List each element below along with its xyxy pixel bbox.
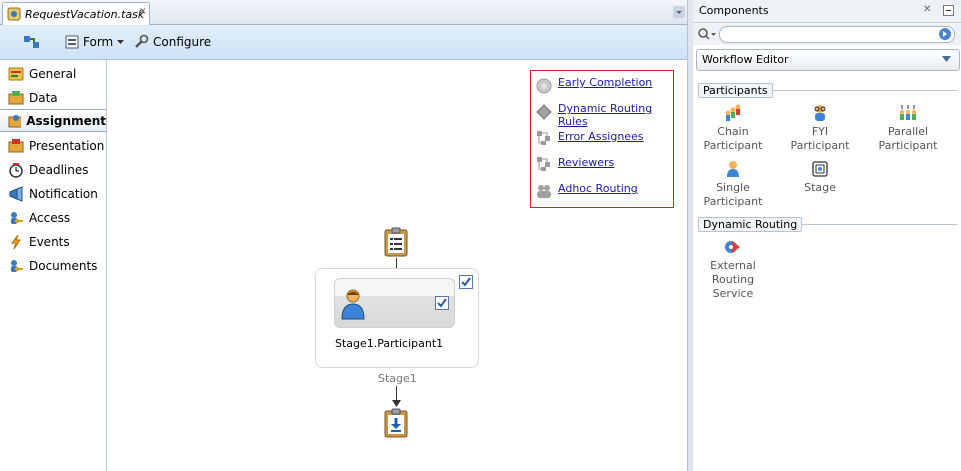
minimize-icon[interactable] — [943, 5, 954, 16]
nav-item-label: General — [29, 66, 77, 81]
editor-toolbar: Form Configure — [0, 25, 687, 60]
presentation-icon — [8, 138, 24, 152]
go-arrow-icon[interactable] — [938, 27, 952, 41]
checkmark-icon — [461, 277, 471, 287]
component-label: Single Participant — [703, 181, 763, 208]
component-label: Chain Participant — [703, 125, 763, 152]
form-button[interactable]: Form — [65, 33, 125, 51]
megaphone-icon — [9, 185, 23, 202]
stage-item[interactable]: Stage — [778, 160, 862, 195]
participant-card[interactable] — [334, 278, 455, 328]
stage-icon — [812, 161, 828, 177]
nav-item-notification[interactable]: Notification — [0, 182, 105, 205]
adhoc-routing-link[interactable]: Adhoc Routing — [558, 182, 638, 195]
parallel-participant-item[interactable]: Parallel Participant — [866, 104, 950, 153]
diamond-icon — [536, 104, 552, 120]
file-tab[interactable]: RequestVacation.task ✕ — [2, 2, 150, 25]
early-completion-icon — [536, 78, 552, 94]
single-participant-item[interactable]: Single Participant — [691, 160, 775, 209]
search-icon[interactable] — [697, 27, 717, 41]
component-label: FYI Participant — [790, 125, 850, 152]
nav-item-label: Presentation — [29, 138, 105, 153]
nav-item-presentation[interactable]: Presentation — [0, 134, 105, 157]
nav-item-assignment[interactable]: Assignment — [0, 109, 106, 132]
close-icon[interactable]: ✕ — [139, 7, 147, 17]
editor-tab-strip: RequestVacation.task ✕ — [0, 0, 687, 25]
nav-item-label: Notification — [29, 186, 98, 201]
nav-item-general[interactable]: General — [0, 62, 105, 85]
toggle-view-icon — [24, 36, 39, 48]
component-label: Stage — [804, 181, 836, 194]
hierarchy-icon — [537, 157, 550, 171]
assignment-icon — [8, 114, 22, 127]
components-header: Components ✕ — [693, 0, 961, 23]
task-sections-nav: General Data Assignment Presentation Dea… — [0, 60, 107, 471]
configure-button-label: Configure — [153, 35, 212, 49]
nav-item-label: Events — [29, 234, 70, 249]
components-title: Components — [699, 4, 769, 17]
wrench-icon — [135, 34, 149, 48]
checkmark-icon — [437, 298, 447, 308]
toggle-view-button[interactable] — [22, 33, 42, 51]
key-user-icon — [11, 211, 23, 224]
participant-checkbox[interactable] — [435, 296, 449, 310]
fyi-participant-item[interactable]: FYI Participant — [778, 104, 862, 153]
nav-item-events[interactable]: Events — [0, 230, 105, 253]
configure-button[interactable]: Configure — [133, 33, 211, 51]
reviewers-link[interactable]: Reviewers — [558, 156, 614, 169]
search-input[interactable] — [719, 26, 955, 43]
data-icon — [8, 90, 24, 104]
single-participant-icon — [727, 161, 739, 177]
nav-item-deadlines[interactable]: Deadlines — [0, 158, 105, 181]
component-label: External Routing Service — [710, 259, 756, 300]
general-icon — [8, 67, 24, 80]
form-icon — [65, 35, 79, 49]
editor-dropdown-button[interactable] — [673, 6, 685, 18]
user-icon — [341, 289, 365, 320]
close-icon[interactable]: ✕ — [923, 4, 931, 15]
nav-item-access[interactable]: Access — [0, 206, 105, 229]
lightning-icon — [11, 234, 21, 249]
editor-select-value: Workflow Editor — [702, 53, 789, 66]
task-file-icon — [7, 7, 21, 24]
chain-participant-icon — [725, 104, 741, 121]
caret-down-icon — [117, 40, 125, 44]
participant-label: Stage1.Participant1 — [335, 337, 444, 350]
parallel-participant-icon — [900, 105, 916, 120]
participants-section-title: Participants — [698, 83, 773, 98]
nav-item-label: Deadlines — [29, 162, 89, 177]
stage-label: Stage1 — [378, 372, 417, 385]
dynamic-routing-rules-link[interactable]: Dynamic Routing Rules — [558, 102, 673, 128]
key-user-icon — [11, 259, 23, 272]
hierarchy-icon — [537, 131, 550, 145]
form-button-label: Form — [83, 35, 114, 49]
nav-item-documents[interactable]: Documents — [0, 254, 105, 277]
component-label: Parallel Participant — [878, 125, 938, 152]
chevron-down-icon — [676, 11, 682, 14]
file-tab-label: RequestVacation.task — [25, 8, 145, 21]
end-task-icon[interactable] — [383, 408, 409, 438]
dynamic-routing-section-title: Dynamic Routing — [698, 217, 803, 232]
nav-item-label: Access — [29, 210, 71, 225]
arrow-down-icon — [392, 400, 401, 407]
nav-item-data[interactable]: Data — [0, 86, 105, 109]
assignment-options-panel: Early Completion Dynamic Routing Rules E… — [530, 70, 674, 208]
external-routing-service-item[interactable]: External Routing Service — [691, 238, 775, 301]
nav-item-label: Data — [29, 90, 58, 105]
fyi-participant-icon — [814, 105, 826, 121]
external-routing-icon — [725, 241, 740, 253]
early-completion-link[interactable]: Early Completion — [558, 76, 652, 89]
nav-item-label: Assignment — [26, 113, 106, 128]
nav-item-label: Documents — [29, 258, 98, 273]
chain-participant-item[interactable]: Chain Participant — [691, 104, 775, 153]
stage-checkbox[interactable] — [459, 275, 473, 289]
start-task-icon[interactable] — [383, 227, 409, 257]
clock-icon — [9, 162, 23, 178]
error-assignees-link[interactable]: Error Assignees — [558, 130, 644, 143]
group-icon — [537, 185, 551, 198]
chevron-down-icon — [942, 56, 951, 62]
editor-palette-select[interactable]: Workflow Editor — [696, 49, 960, 71]
components-search-row — [693, 23, 961, 45]
